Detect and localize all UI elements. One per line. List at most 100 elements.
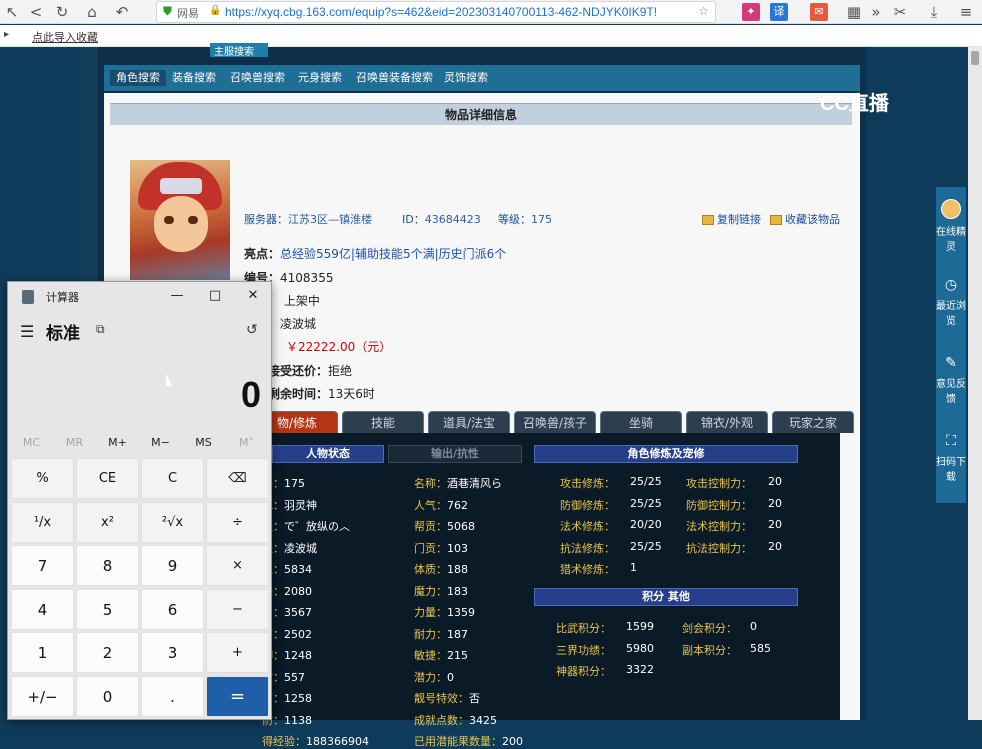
tab-skills[interactable]: 技能 [342,411,424,433]
memory-recall-button[interactable]: MR [53,432,96,454]
multiply-button[interactable]: × [206,545,269,586]
memory-store-button[interactable]: MS [182,432,225,454]
more-chevron-icon[interactable]: » [866,2,886,22]
extension-orange-icon[interactable]: ✉ [810,3,828,21]
star-icon[interactable]: ☆ [698,4,709,18]
eight-button[interactable]: 8 [76,545,139,586]
tab-yuanshen-search[interactable]: 元身搜索 [292,70,348,86]
stat-label: 已用潜能果数量： [414,735,502,748]
refresh-icon[interactable]: ↻ [52,2,72,22]
favorite-button[interactable]: 收藏该物品 [770,211,840,227]
tab-mounts[interactable]: 坐骑 [600,411,682,433]
copy-link-icon [702,215,714,225]
translate-icon[interactable]: 译 [770,3,788,21]
tab-pet-equip-search[interactable]: 召唤兽装备搜索 [350,70,439,86]
two-button[interactable]: 2 [76,632,139,673]
three-button[interactable]: 3 [141,632,204,673]
level-value: 175 [531,213,552,226]
pair-label: 法术控制力： [686,520,752,533]
clear-entry-button[interactable]: CE [76,458,139,499]
back-icon[interactable]: ↖ [2,2,22,22]
square-root-button[interactable]: ²√x [141,501,204,543]
bookmark-arrow-icon[interactable]: ▸ [4,29,9,40]
side-scan-download[interactable]: ⛶ 扫码下载 [936,425,966,497]
one-button[interactable]: 1 [11,632,74,673]
stat-value: 5068 [447,520,475,533]
back-button-icon[interactable]: < [26,2,46,22]
import-bookmarks-link[interactable]: 点此导入收藏 [32,29,98,45]
history-icon[interactable]: ↺ [246,322,258,338]
equals-button[interactable]: = [206,675,269,717]
clear-button[interactable]: C [141,458,204,499]
side-recent-label: 最近浏览 [936,301,966,327]
decimal-button[interactable]: . [141,675,204,717]
memory-list-button[interactable]: M˅ [225,432,268,454]
tab-role-search[interactable]: 角色搜索 [110,70,166,86]
side-recent[interactable]: ◷ 最近浏览 [936,269,966,341]
percent-button[interactable]: % [11,458,74,499]
stat-value: 1258 [284,692,312,705]
nine-button[interactable]: 9 [141,545,204,586]
menu-icon[interactable]: ≡ [956,2,976,22]
page-scrollbar[interactable] [968,47,982,720]
minimize-button[interactable]: — [162,285,192,307]
apps-grid-icon[interactable]: ▦ [844,2,864,22]
avatar-crown [160,178,202,194]
tab-pet-search[interactable]: 召唤兽搜索 [224,70,291,86]
side-feedback[interactable]: ✎ 意见反馈 [936,347,966,419]
four-button[interactable]: 4 [11,588,74,630]
memory-clear-button[interactable]: MC [10,432,53,454]
counter-offer-label: 接受还价： [268,364,329,378]
memory-subtract-button[interactable]: M− [139,432,182,454]
five-button[interactable]: 5 [76,588,139,630]
tab-ornament-search[interactable]: 灵饰搜索 [438,70,494,86]
side-online-helper[interactable]: 在线精灵 [936,191,966,263]
scissors-icon[interactable]: ✂ [890,2,910,22]
maximize-button[interactable]: □ [200,285,230,307]
tab-equip-search[interactable]: 装备搜索 [166,70,222,86]
memory-add-button[interactable]: M+ [96,432,139,454]
extension-red-icon[interactable]: ✦ [742,3,760,21]
side-scan-download-label: 扫码下载 [936,457,966,483]
scroll-thumb[interactable] [971,51,979,65]
seven-button[interactable]: 7 [11,545,74,586]
url-text[interactable]: https://xyq.cbg.163.com/equip?s=462&eid=… [225,5,665,19]
tab-pets[interactable]: 召唤兽/孩子 [514,411,596,433]
add-button[interactable]: + [206,632,269,673]
stat-row: 靓号特效：否 [414,690,480,706]
download-icon[interactable]: ⤓ [924,2,944,22]
pair-label: 猎术修炼： [560,563,615,576]
avatar-face [154,196,208,252]
keep-on-top-icon[interactable]: ⧉ [96,322,105,337]
counter-offer-value: 拒绝 [328,364,353,378]
square-button[interactable]: x² [76,501,139,543]
bookmark-bar: ▸ 点此导入收藏 [0,25,982,47]
remaining-time-value: 13天6时 [328,387,375,401]
section-character-state[interactable]: 人物状态 [272,445,384,463]
counter-offer-row: 接受还价：拒绝 [268,362,352,379]
pair-label: 比武积分： [556,622,611,635]
highlight-value[interactable]: 总经验559亿|辅助技能5个满|历史门派6个 [280,247,506,261]
reciprocal-button[interactable]: ¹/x [11,501,74,543]
close-button[interactable]: ✕ [238,285,268,307]
tab-items[interactable]: 道具/法宝 [428,411,510,433]
copy-link-button[interactable]: 复制链接 [702,211,761,227]
stat-row: 耐力：187 [414,626,468,642]
character-panel: 人物状态 输出/抗性 角色修炼及宠修 积分 其他 别：175 色：羽灵神 派：で゛放… [256,433,840,748]
address-bar[interactable]: ⛊ 网易 🔒 https://xyq.cbg.163.com/equip?s=4… [156,1,716,23]
subtract-button[interactable]: − [206,588,269,630]
section-output-resistance[interactable]: 输出/抗性 [388,445,522,463]
hamburger-menu-icon[interactable]: ☰ [20,322,34,341]
calculator-titlebar[interactable]: 计算器 — □ ✕ [8,282,271,310]
backspace-button[interactable]: ⌫ [206,458,269,499]
stat-label: 靓号特效： [414,692,469,705]
divide-button[interactable]: ÷ [206,501,269,543]
six-button[interactable]: 6 [141,588,204,630]
tab-player-home[interactable]: 玩家之家 [772,411,854,433]
stat-value: 175 [284,477,305,490]
zero-button[interactable]: 0 [76,675,139,717]
negate-button[interactable]: +/− [11,675,74,717]
undo-icon[interactable]: ↶ [112,2,132,22]
tab-outfits[interactable]: 锦衣/外观 [686,411,768,433]
home-icon[interactable]: ⌂ [82,2,102,22]
